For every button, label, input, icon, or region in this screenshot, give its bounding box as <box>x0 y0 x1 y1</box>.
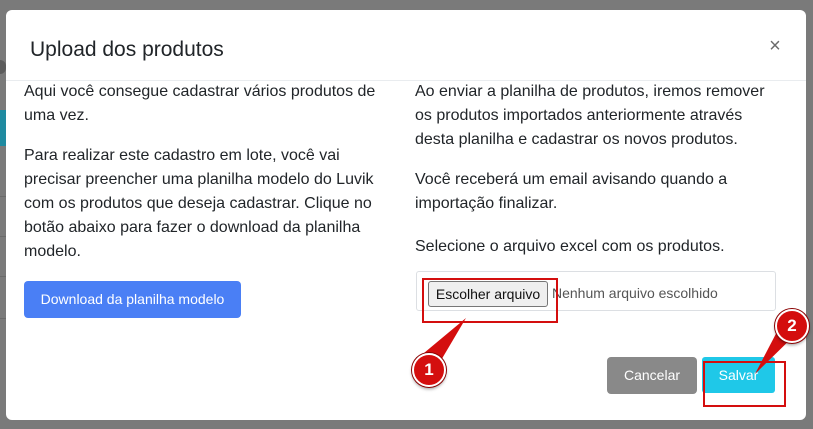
warning-text: Ao enviar a planilha de produtos, iremos… <box>415 83 765 148</box>
step-marker-2: 2 <box>775 309 809 343</box>
close-icon[interactable]: × <box>764 35 786 57</box>
modal-title: Upload dos produtos <box>30 38 224 61</box>
file-status-text: Nenhum arquivo escolhido <box>552 285 718 301</box>
highlight-box-choose-file <box>422 278 558 323</box>
intro-text: Aqui você consegue cadastrar vários prod… <box>24 83 376 124</box>
instructions-text: Para realizar este cadastro em lote, voc… <box>24 147 374 260</box>
step-marker-1: 1 <box>412 353 446 387</box>
cancel-button[interactable]: Cancelar <box>607 357 697 394</box>
file-select-label: Selecione o arquivo excel com os produto… <box>415 238 725 255</box>
highlight-box-save <box>703 361 786 407</box>
email-notice-text: Você receberá um email avisando quando a… <box>415 171 728 212</box>
download-template-button[interactable]: Download da planilha modelo <box>24 281 241 318</box>
